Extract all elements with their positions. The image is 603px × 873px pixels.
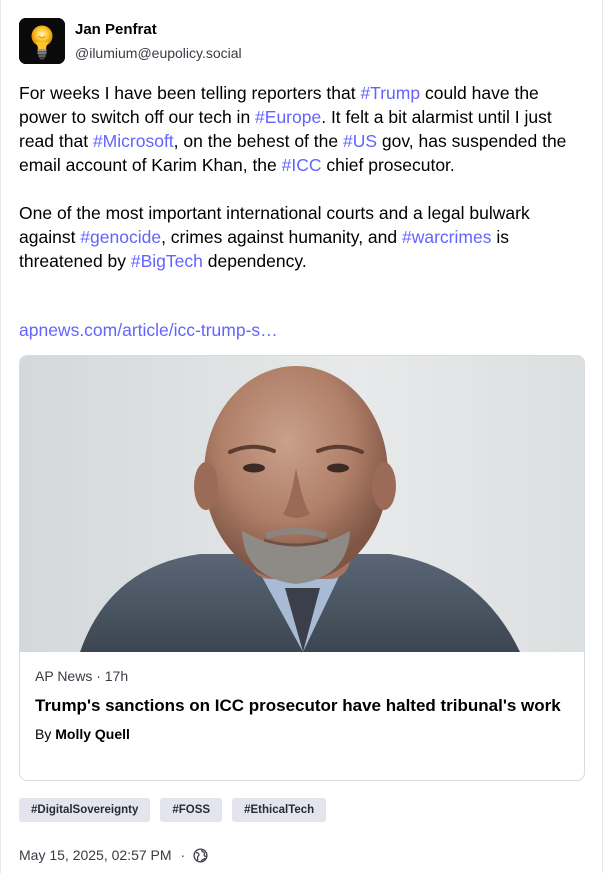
post-text-run: dependency. — [202, 251, 307, 271]
hashtag-chip[interactable]: #FOSS — [160, 798, 223, 822]
hashtag-chip[interactable]: #EthicalTech — [232, 798, 327, 822]
display-name[interactable]: Jan Penfrat — [75, 20, 242, 40]
link-preview-card[interactable]: AP News · 17h Trump's sanctions on ICC p… — [19, 355, 585, 781]
article-photo — [20, 356, 584, 652]
globe-icon — [193, 847, 208, 863]
separator: · — [180, 847, 186, 863]
hashtag-link[interactable]: #Microsoft — [93, 131, 174, 151]
hashtag-link[interactable]: #warcrimes — [402, 227, 491, 247]
avatar[interactable] — [19, 18, 65, 64]
post-text-run: , crimes against humanity, and — [161, 227, 402, 247]
card-author-prefix: By — [35, 726, 56, 742]
hashtag-link[interactable]: #Europe — [255, 107, 321, 127]
hashtag-link[interactable]: #US — [343, 131, 377, 151]
article-link[interactable]: apnews.com/article/icc-trump-s… — [19, 318, 278, 342]
card-author: By Molly Quell — [35, 725, 571, 743]
lightbulb-icon — [19, 18, 65, 64]
hashtag-link[interactable]: #Trump — [360, 83, 420, 103]
post-text-run: , on the behest of the — [173, 131, 343, 151]
post-header: Jan Penfrat @ilumium@eupolicy.social — [19, 18, 242, 64]
post-paragraph: For weeks I have been telling reporters … — [19, 81, 587, 177]
post-text-run: For weeks I have been telling reporters … — [19, 83, 361, 103]
hashtag-link[interactable]: #genocide — [80, 227, 161, 247]
card-source: AP News · 17h — [35, 668, 129, 684]
post-text-run: chief prosecutor. — [321, 155, 455, 175]
post-timestamp[interactable]: May 15, 2025, 02:57 PM — [19, 845, 172, 865]
hashtag-chip[interactable]: #DigitalSovereignty — [19, 798, 151, 822]
author-names: Jan Penfrat @ilumium@eupolicy.social — [75, 20, 242, 63]
hashtag-link[interactable]: #BigTech — [131, 251, 203, 271]
hashtag-bar: #DigitalSovereignty #FOSS #EthicalTech — [19, 798, 327, 822]
post-paragraph: One of the most important international … — [19, 201, 587, 273]
post-content: For weeks I have been telling reporters … — [19, 81, 587, 273]
account-handle[interactable]: @ilumium@eupolicy.social — [75, 43, 242, 63]
card-author-name[interactable]: Molly Quell — [55, 726, 130, 742]
hashtag-link[interactable]: #ICC — [282, 155, 322, 175]
post-frame: Jan Penfrat @ilumium@eupolicy.social For… — [0, 0, 603, 873]
post-footer: May 15, 2025, 02:57 PM · — [19, 845, 208, 865]
card-body: AP News · 17h Trump's sanctions on ICC p… — [35, 667, 571, 743]
card-title[interactable]: Trump's sanctions on ICC prosecutor have… — [35, 694, 571, 718]
